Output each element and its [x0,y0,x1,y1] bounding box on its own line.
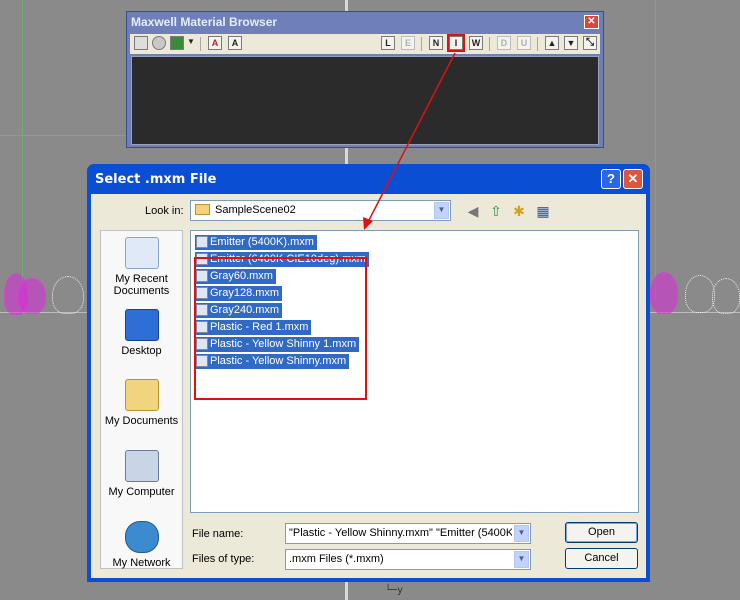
file-list-item[interactable]: Emitter (5400K).mxm [195,235,317,250]
viewport-axis-label: └─y [385,585,404,596]
toolbar-separator [421,37,422,51]
view-menu-icon[interactable]: ▦ [534,202,552,220]
help-button[interactable]: ? [601,169,621,189]
toolbar-button-n[interactable]: N [429,36,443,50]
sphere-icon[interactable] [152,36,166,50]
new-material-icon[interactable] [134,36,148,50]
network-icon [124,521,159,553]
layers-icon[interactable] [170,36,184,50]
places-bar: My Recent Documents Desktop My Documents… [100,230,183,569]
font-icon[interactable]: A [228,36,242,50]
clock-icon [124,237,159,269]
move-up-icon[interactable]: ▲ [545,36,559,50]
chevron-down-icon[interactable]: ▼ [434,202,449,219]
back-icon[interactable]: ◀ [464,202,482,220]
viewport-grid-line [22,0,23,300]
dialog-close-button[interactable]: ✕ [623,169,643,189]
folder-icon [195,204,210,215]
maxwell-close-button[interactable]: ✕ [584,15,599,29]
file-name-label: File name: [192,528,244,540]
wireframe-object [650,272,678,314]
look-in-label: Look in: [145,205,184,217]
toolbar-button-e[interactable]: E [401,36,415,50]
viewport-grid-line [655,0,656,300]
chevron-down-icon[interactable]: ▼ [514,551,529,568]
place-label: My Computer [108,486,175,498]
wireframe-object [52,276,84,314]
material-panel [131,56,599,145]
new-folder-icon[interactable]: ✱ [510,202,528,220]
axis-y-label: y [397,585,404,596]
toolbar-separator [200,37,201,51]
open-button[interactable]: Open [565,522,638,543]
place-label: My Documents [104,415,179,427]
files-of-type-value: .mxm Files (*.mxm) [289,553,384,565]
file-name: Emitter (5400K).mxm [210,236,314,248]
toolbar-button-d[interactable]: D [497,36,511,50]
up-folder-icon[interactable]: ⇧ [487,202,505,220]
place-desktop[interactable]: Desktop [101,309,182,357]
computer-icon [124,450,159,482]
toolbar-separator [537,37,538,51]
font-color-icon[interactable]: A [208,36,222,50]
select-mxm-file-dialog: Select .mxm File ? ✕ Look in: SampleScen… [87,164,650,582]
dialog-title: Select .mxm File [95,172,217,187]
files-of-type-label: Files of type: [192,553,255,565]
wireframe-object [712,278,740,314]
toolbar-button-w[interactable]: W [469,36,483,50]
chevron-down-icon[interactable]: ▼ [186,36,196,50]
move-down-icon[interactable]: ▼ [564,36,578,50]
place-label: My Recent Documents [113,273,170,297]
place-label: Desktop [121,345,162,357]
selection-highlight-box [194,257,367,400]
wireframe-object [685,275,715,313]
dialog-body: Look in: SampleScene02 ▼ ◀ ⇧ ✱ ▦ My Rece… [91,194,646,578]
maxwell-material-browser-window: Maxwell Material Browser ✕ ▼ A A L E N I… [126,11,604,148]
resize-icon[interactable]: ⤡ [583,36,597,50]
place-my-documents[interactable]: My Documents [101,379,182,427]
place-label: My Network [112,557,171,569]
toolbar-separator [489,37,490,51]
files-of-type-select[interactable]: .mxm Files (*.mxm) ▼ [285,549,531,570]
place-my-network[interactable]: My Network [101,521,182,569]
place-my-computer[interactable]: My Computer [101,450,182,498]
viewport-grid-line [0,135,126,136]
maxwell-window-title: Maxwell Material Browser [131,15,278,29]
file-name-field[interactable]: "Plastic - Yellow Shinny.mxm" "Emitter (… [285,523,531,544]
chevron-down-icon[interactable]: ▼ [514,525,529,542]
wireframe-object [18,278,46,314]
toolbar-button-u[interactable]: U [517,36,531,50]
toolbar-button-import[interactable]: I [447,34,465,52]
toolbar-button-l[interactable]: L [381,36,395,50]
maxwell-toolbar: ▼ A A L E N I W D U ▲ ▼ ⤡ [130,34,600,54]
look-in-combo[interactable]: SampleScene02 ▼ [190,200,451,221]
file-name-value: "Plastic - Yellow Shinny.mxm" "Emitter (… [289,527,512,539]
documents-folder-icon [124,379,159,411]
cancel-button[interactable]: Cancel [565,548,638,569]
desktop-icon [124,309,159,341]
look-in-value: SampleScene02 [215,204,296,216]
place-my-recent-documents[interactable]: My Recent Documents [101,237,182,297]
mxm-file-icon [196,236,208,248]
